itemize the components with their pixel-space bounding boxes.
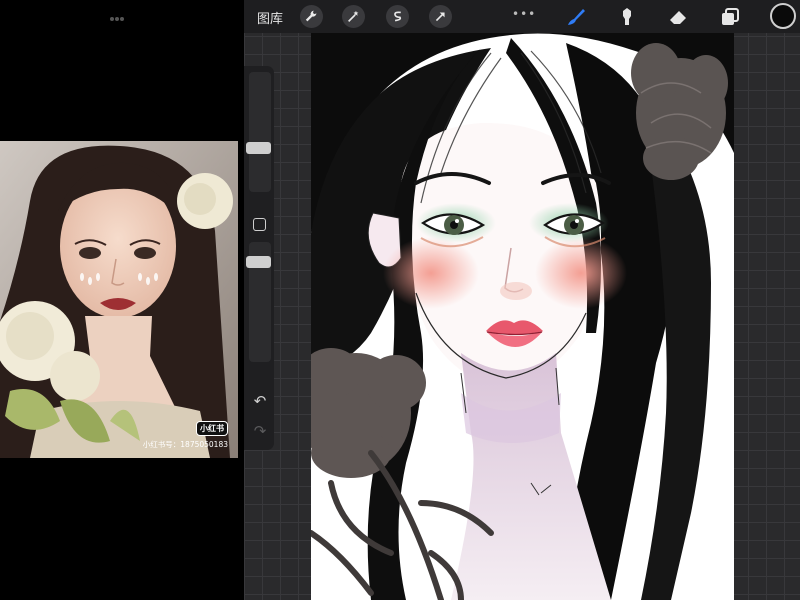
brush-icon[interactable]: [564, 5, 587, 28]
layers-icon[interactable]: [718, 5, 741, 28]
reference-photo: 小红书 小红书号：1875050183: [0, 141, 238, 458]
more-options-button[interactable]: •••: [512, 7, 536, 21]
watermark: 小红书 小红书号：1875050183: [143, 416, 228, 450]
brush-size-thumb[interactable]: [246, 142, 271, 154]
smudge-icon[interactable]: [616, 5, 639, 28]
watermark-logo: 小红书: [196, 421, 228, 436]
brush-size-slider[interactable]: [249, 72, 271, 192]
undo-button[interactable]: ↶: [250, 392, 270, 410]
drawing-canvas[interactable]: [311, 33, 734, 600]
top-toolbar: 图库 •••: [244, 0, 800, 33]
split-view-handle[interactable]: [110, 6, 128, 21]
watermark-user-id: 小红书号：1875050183: [142, 440, 228, 449]
brush-sidebar: ↶ ↷: [244, 66, 274, 450]
gallery-button[interactable]: 图库: [257, 8, 283, 27]
redo-button[interactable]: ↷: [250, 422, 270, 440]
eraser-icon[interactable]: [666, 5, 689, 28]
split-view-reference-pane[interactable]: 小红书 小红书号：1875050183: [0, 0, 238, 600]
color-picker-button[interactable]: [770, 3, 796, 29]
wrench-icon[interactable]: [300, 5, 323, 28]
selection-s-icon[interactable]: [386, 5, 409, 28]
drawing-app: 图库 ••• ↶ ↷: [244, 0, 800, 600]
transform-arrow-icon[interactable]: [429, 5, 452, 28]
modify-button[interactable]: [253, 218, 266, 231]
magic-wand-icon[interactable]: [342, 5, 365, 28]
brush-opacity-thumb[interactable]: [246, 256, 271, 268]
